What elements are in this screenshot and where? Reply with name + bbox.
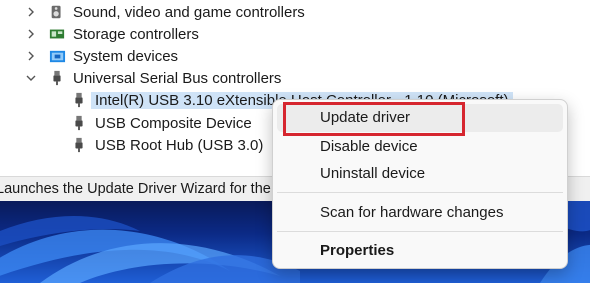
tree-item-sound[interactable]: Sound, video and game controllers xyxy=(24,1,305,23)
tree-item-label: USB Composite Device xyxy=(95,114,252,132)
menu-item-uninstall-device[interactable]: Uninstall device xyxy=(277,160,563,188)
tree-item-system-devices[interactable]: System devices xyxy=(24,45,178,67)
usb-plug-icon xyxy=(70,114,88,132)
storage-controller-icon xyxy=(48,25,66,43)
speaker-icon xyxy=(48,3,66,21)
menu-item-disable-device[interactable]: Disable device xyxy=(277,133,563,161)
tree-item-label: System devices xyxy=(73,47,179,65)
menu-item-scan-for-hardware-changes[interactable]: Scan for hardware changes xyxy=(277,199,563,227)
highlight-callout-box xyxy=(283,102,465,136)
menu-item-properties[interactable]: Properties xyxy=(277,237,563,265)
tree-item-usb-controllers[interactable]: Universal Serial Bus controllers xyxy=(24,67,281,89)
usb-plug-icon xyxy=(70,136,88,154)
tree-item-storage[interactable]: Storage controllers xyxy=(24,23,199,45)
tree-item-label: USB Root Hub (USB 3.0) xyxy=(95,136,264,154)
usb-plug-icon xyxy=(48,69,66,87)
tree-item-label: Universal Serial Bus controllers xyxy=(73,69,282,87)
system-devices-icon xyxy=(48,47,66,65)
chevron-right-icon[interactable] xyxy=(24,49,38,63)
chevron-right-icon[interactable] xyxy=(24,5,38,19)
menu-separator xyxy=(277,231,563,232)
usb-plug-icon xyxy=(70,91,88,109)
tree-item-label: Sound, video and game controllers xyxy=(73,3,305,21)
tree-item-label: Storage controllers xyxy=(73,25,199,43)
chevron-right-icon[interactable] xyxy=(24,27,38,41)
tree-item-usb-composite-device[interactable]: USB Composite Device xyxy=(70,112,252,134)
menu-separator xyxy=(277,192,563,193)
chevron-down-icon[interactable] xyxy=(24,71,38,85)
tree-item-usb-root-hub[interactable]: USB Root Hub (USB 3.0) xyxy=(70,134,263,156)
